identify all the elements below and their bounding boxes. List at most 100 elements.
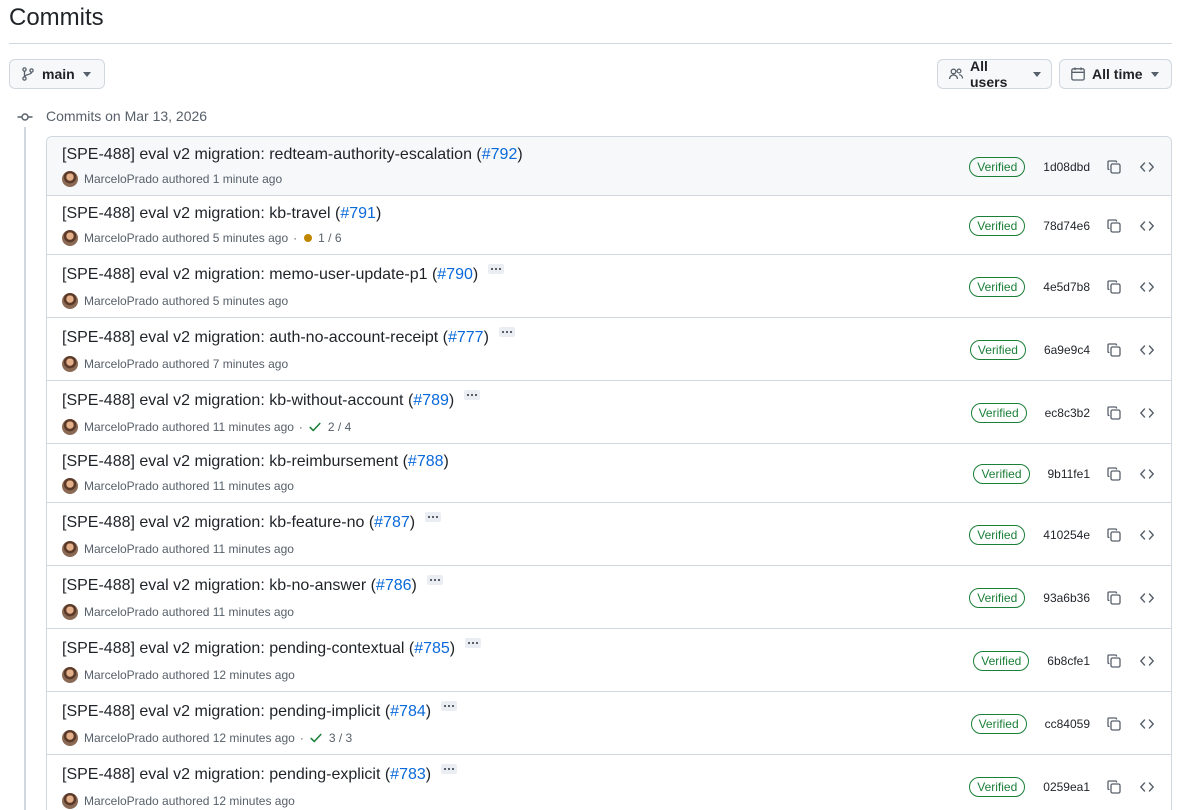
copy-icon[interactable] xyxy=(1104,340,1124,360)
author-link[interactable]: MarceloPrado xyxy=(84,479,159,493)
users-filter-button[interactable]: All users xyxy=(937,58,1052,90)
checks-status[interactable]: 1 / 6 xyxy=(318,231,341,245)
avatar[interactable] xyxy=(62,419,78,435)
pending-status-icon[interactable] xyxy=(304,234,313,242)
browse-code-icon[interactable] xyxy=(1137,464,1157,484)
browse-code-icon[interactable] xyxy=(1137,651,1157,671)
author-link[interactable]: MarceloPrado xyxy=(84,668,159,682)
expand-description-button[interactable] xyxy=(488,264,505,274)
commit-title-link[interactable]: [SPE-488] eval v2 migration: pending-con… xyxy=(62,640,414,658)
check-icon[interactable] xyxy=(308,420,322,434)
expand-description-button[interactable] xyxy=(425,512,442,522)
commit-title-link[interactable]: [SPE-488] eval v2 migration: kb-reimburs… xyxy=(62,453,408,471)
author-link[interactable]: MarceloPrado xyxy=(84,172,159,186)
avatar[interactable] xyxy=(62,171,78,187)
checks-status[interactable]: 3 / 3 xyxy=(329,731,352,745)
expand-description-button[interactable] xyxy=(465,638,482,648)
avatar[interactable] xyxy=(62,604,78,620)
pull-request-link[interactable]: #787 xyxy=(374,514,410,532)
author-link[interactable]: MarceloPrado xyxy=(84,231,159,245)
author-link[interactable]: MarceloPrado xyxy=(84,294,159,308)
browse-code-icon[interactable] xyxy=(1137,525,1157,545)
verified-badge[interactable]: Verified xyxy=(969,157,1026,177)
commit-sha-link[interactable]: 9b11fe1 xyxy=(1048,467,1091,481)
expand-description-button[interactable] xyxy=(464,390,481,400)
verified-badge[interactable]: Verified xyxy=(970,403,1027,423)
author-link[interactable]: MarceloPrado xyxy=(84,731,159,745)
expand-description-button[interactable] xyxy=(426,575,443,585)
verified-badge[interactable]: Verified xyxy=(973,464,1030,484)
pull-request-link[interactable]: #785 xyxy=(414,640,450,658)
commit-title-link[interactable]: [SPE-488] eval v2 migration: kb-travel ( xyxy=(62,205,340,223)
author-link[interactable]: MarceloPrado xyxy=(84,605,159,619)
author-link[interactable]: MarceloPrado xyxy=(84,794,159,808)
commit-title-link[interactable]: [SPE-488] eval v2 migration: kb-feature-… xyxy=(62,514,374,532)
pull-request-link[interactable]: #784 xyxy=(390,703,426,721)
pull-request-link[interactable]: #789 xyxy=(413,392,449,410)
commit-sha-link[interactable]: 410254e xyxy=(1043,528,1090,542)
browse-code-icon[interactable] xyxy=(1137,403,1157,423)
browse-code-icon[interactable] xyxy=(1137,588,1157,608)
verified-badge[interactable]: Verified xyxy=(969,340,1026,360)
pull-request-link[interactable]: #792 xyxy=(482,146,518,164)
verified-badge[interactable]: Verified xyxy=(969,777,1026,797)
author-link[interactable]: MarceloPrado xyxy=(84,357,159,371)
commit-sha-link[interactable]: 93a6b36 xyxy=(1043,591,1090,605)
commit-sha-link[interactable]: 6a9e9c4 xyxy=(1044,343,1090,357)
check-icon[interactable] xyxy=(309,731,323,745)
avatar[interactable] xyxy=(62,478,78,494)
commit-sha-link[interactable]: 4e5d7b8 xyxy=(1043,280,1090,294)
copy-icon[interactable] xyxy=(1104,157,1124,177)
verified-badge[interactable]: Verified xyxy=(969,216,1026,236)
avatar[interactable] xyxy=(62,793,78,809)
browse-code-icon[interactable] xyxy=(1137,714,1157,734)
pull-request-link[interactable]: #790 xyxy=(437,266,473,284)
commit-sha-link[interactable]: 6b8cfe1 xyxy=(1047,654,1090,668)
avatar[interactable] xyxy=(62,293,78,309)
browse-code-icon[interactable] xyxy=(1137,340,1157,360)
author-link[interactable]: MarceloPrado xyxy=(84,420,159,434)
browse-code-icon[interactable] xyxy=(1137,277,1157,297)
pull-request-link[interactable]: #786 xyxy=(376,577,412,595)
pull-request-link[interactable]: #791 xyxy=(340,205,376,223)
browse-code-icon[interactable] xyxy=(1137,157,1157,177)
author-link[interactable]: MarceloPrado xyxy=(84,542,159,556)
expand-description-button[interactable] xyxy=(498,327,515,337)
copy-icon[interactable] xyxy=(1104,777,1124,797)
verified-badge[interactable]: Verified xyxy=(973,651,1030,671)
commit-sha-link[interactable]: 1d08dbd xyxy=(1043,160,1090,174)
avatar[interactable] xyxy=(62,667,78,683)
browse-code-icon[interactable] xyxy=(1137,777,1157,797)
commit-title-link[interactable]: [SPE-488] eval v2 migration: kb-without-… xyxy=(62,392,413,410)
pull-request-link[interactable]: #777 xyxy=(448,329,484,347)
commit-title-link[interactable]: [SPE-488] eval v2 migration: auth-no-acc… xyxy=(62,329,448,347)
copy-icon[interactable] xyxy=(1104,525,1124,545)
commit-title-link[interactable]: [SPE-488] eval v2 migration: kb-no-answe… xyxy=(62,577,376,595)
copy-icon[interactable] xyxy=(1104,216,1124,236)
verified-badge[interactable]: Verified xyxy=(969,588,1026,608)
copy-icon[interactable] xyxy=(1104,714,1124,734)
avatar[interactable] xyxy=(62,230,78,246)
branch-selector-button[interactable]: main xyxy=(9,59,105,89)
verified-badge[interactable]: Verified xyxy=(970,714,1027,734)
commit-sha-link[interactable]: 0259ea1 xyxy=(1043,780,1090,794)
checks-status[interactable]: 2 / 4 xyxy=(328,420,351,434)
pull-request-link[interactable]: #783 xyxy=(390,766,426,784)
expand-description-button[interactable] xyxy=(441,701,458,711)
browse-code-icon[interactable] xyxy=(1137,216,1157,236)
commit-sha-link[interactable]: 78d74e6 xyxy=(1043,219,1090,233)
copy-icon[interactable] xyxy=(1104,403,1124,423)
avatar[interactable] xyxy=(62,541,78,557)
copy-icon[interactable] xyxy=(1104,277,1124,297)
commit-title-link[interactable]: [SPE-488] eval v2 migration: pending-imp… xyxy=(62,703,390,721)
copy-icon[interactable] xyxy=(1104,588,1124,608)
avatar[interactable] xyxy=(62,356,78,372)
avatar[interactable] xyxy=(62,730,78,746)
commit-title-link[interactable]: [SPE-488] eval v2 migration: memo-user-u… xyxy=(62,266,437,284)
pull-request-link[interactable]: #788 xyxy=(408,453,444,471)
commit-title-link[interactable]: [SPE-488] eval v2 migration: pending-exp… xyxy=(62,766,390,784)
verified-badge[interactable]: Verified xyxy=(969,525,1026,545)
copy-icon[interactable] xyxy=(1104,464,1124,484)
verified-badge[interactable]: Verified xyxy=(969,277,1026,297)
commit-sha-link[interactable]: ec8c3b2 xyxy=(1045,406,1090,420)
